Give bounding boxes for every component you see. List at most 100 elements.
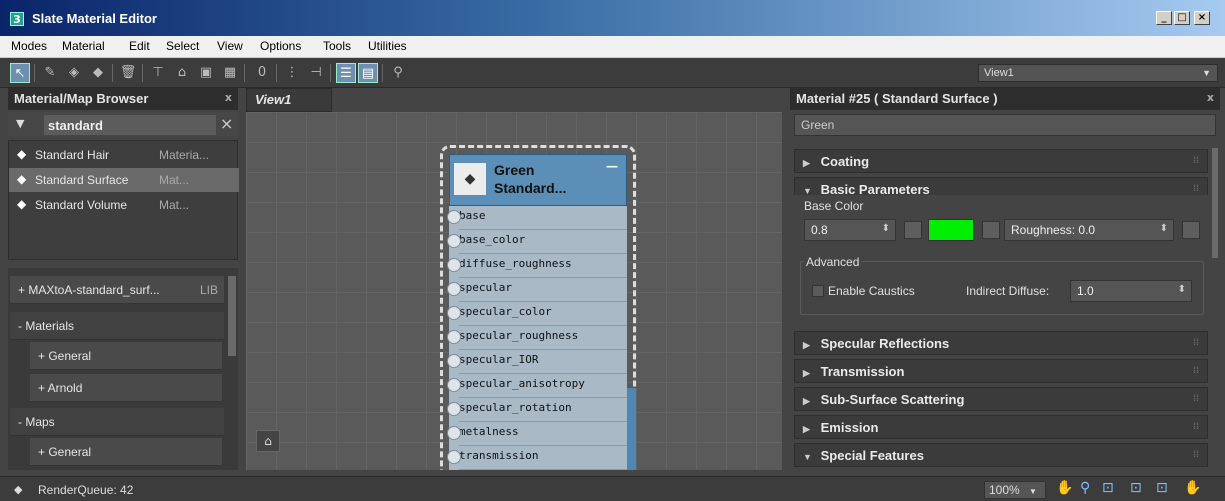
zoom-select[interactable]: 100% ▼ — [984, 481, 1046, 499]
slot-specular-roughness[interactable]: specular_roughness — [447, 326, 627, 350]
checker-icon[interactable]: ▦ — [220, 63, 240, 83]
base-weight-spinner[interactable]: 0.8 ⬍ — [804, 219, 896, 241]
group-materials[interactable]: - Materials — [10, 312, 224, 340]
search-input[interactable] — [44, 115, 216, 135]
slot-specular-color[interactable]: specular_color — [447, 302, 627, 326]
slot-diffuse-roughness[interactable]: diffuse_roughness — [447, 254, 627, 278]
indirect-diffuse-spinner[interactable]: 1.0 ⬍ — [1070, 280, 1192, 302]
menu-material[interactable]: Material — [62, 39, 105, 53]
node-view[interactable]: ◆ Green Standard... — base base_color di… — [246, 112, 782, 470]
menu-tools[interactable]: Tools — [323, 39, 351, 53]
pan-to-selected-icon[interactable]: ✋ — [1184, 480, 1201, 496]
menu-select[interactable]: Select — [166, 39, 199, 53]
spinner-arrows-icon[interactable]: ⬍ — [1160, 223, 1168, 234]
close-icon[interactable]: x — [1207, 91, 1214, 104]
scrollbar[interactable] — [228, 276, 236, 356]
scrollbar[interactable] — [1212, 148, 1218, 258]
base-color-swatch[interactable] — [928, 219, 974, 241]
input-port[interactable] — [447, 258, 461, 272]
input-port[interactable] — [447, 330, 461, 344]
menu-view[interactable]: View — [217, 39, 243, 53]
parameter-editor: Material #25 ( Standard Surface ) x Gree… — [790, 88, 1220, 470]
hide-unused-icon[interactable]: ⌂ — [172, 63, 192, 83]
input-port[interactable] — [447, 210, 461, 224]
material-map-browser-icon[interactable]: ☰ — [336, 63, 356, 83]
zoom-region-icon[interactable]: ⊡ — [1102, 480, 1114, 496]
node-output-bar[interactable] — [627, 388, 636, 470]
menu-edit[interactable]: Edit — [129, 39, 150, 53]
view-select[interactable]: View1 ▼ — [978, 64, 1218, 82]
material-node[interactable]: ◆ Green Standard... — base base_color di… — [440, 145, 636, 470]
navigator-icon[interactable]: ⌂ — [256, 430, 280, 452]
input-port[interactable] — [447, 402, 461, 416]
library-maxtoa[interactable]: + MAXtoA-standard_surf... LIB — [10, 276, 224, 304]
slot-specular[interactable]: specular — [447, 278, 627, 302]
clear-icon[interactable]: × — [220, 114, 233, 133]
rollout-specular-reflections[interactable]: ▶ Specular Reflections ⁞⁞ — [794, 331, 1208, 355]
pointer-icon[interactable]: ↖ — [10, 63, 30, 83]
maximize-button[interactable]: □ — [1174, 11, 1190, 25]
collapse-icon[interactable]: — — [606, 159, 618, 173]
eyedropper-icon[interactable]: ✎ — [40, 63, 60, 83]
base-weight-map-button[interactable] — [904, 221, 922, 239]
rollout-emission[interactable]: ▶ Emission ⁞⁞ — [794, 415, 1208, 439]
menu-utilities[interactable]: Utilities — [368, 39, 407, 53]
category-general[interactable]: + General — [30, 438, 222, 466]
slot-specular-rotation[interactable]: specular_rotation — [447, 398, 627, 422]
enable-caustics-checkbox[interactable] — [812, 285, 824, 297]
minimize-button[interactable]: _ — [1156, 11, 1172, 25]
input-port[interactable] — [447, 282, 461, 296]
chevron-down-icon[interactable]: ▼ — [16, 117, 24, 130]
result-standard-hair[interactable]: ◆ Standard Hair Materia... — [9, 143, 239, 167]
material-id-icon[interactable]: 0 — [252, 63, 272, 83]
input-port[interactable] — [447, 450, 461, 464]
menu-modes[interactable]: Modes — [11, 39, 47, 53]
lay-out-all-icon[interactable]: ⊣ — [306, 63, 326, 83]
show-map-icon[interactable]: ⋮ — [282, 63, 302, 83]
slot-base[interactable]: base — [447, 206, 627, 230]
group-label: - Materials — [18, 319, 75, 333]
zoom-extents-icon[interactable]: ⊡ — [1130, 480, 1142, 496]
rollout-coating[interactable]: ▶ Coating ⁞⁞ — [794, 149, 1208, 173]
delete-icon[interactable]: 🗑 — [118, 63, 138, 83]
close-icon[interactable]: x — [225, 91, 232, 104]
zoom-icon[interactable]: ⚲ — [1080, 480, 1090, 496]
input-port[interactable] — [447, 354, 461, 368]
input-port[interactable] — [447, 378, 461, 392]
slot-specular-ior[interactable]: specular_IOR — [447, 350, 627, 374]
rollout-sub-surface-scattering[interactable]: ▶ Sub-Surface Scattering ⁞⁞ — [794, 387, 1208, 411]
move-children-icon[interactable]: ⊤ — [148, 63, 168, 83]
category-arnold[interactable]: + Arnold — [30, 374, 222, 402]
tab-view1[interactable]: View1 — [246, 88, 332, 112]
slot-transmission[interactable]: transmission — [447, 446, 627, 470]
parameter-editor-icon[interactable]: ▤ — [358, 63, 378, 83]
group-maps[interactable]: - Maps — [10, 408, 224, 436]
base-color-map-button[interactable] — [982, 221, 1000, 239]
category-general[interactable]: + General — [30, 342, 222, 370]
menu-options[interactable]: Options — [260, 39, 301, 53]
params-title: Material #25 ( Standard Surface ) — [796, 91, 998, 106]
input-port[interactable] — [447, 234, 461, 248]
background-icon[interactable]: ▣ — [196, 63, 216, 83]
rollout-transmission[interactable]: ▶ Transmission ⁞⁞ — [794, 359, 1208, 383]
material-name-field[interactable]: Green — [794, 114, 1216, 136]
rollout-special-features[interactable]: ▼ Special Features ⁞⁞ — [794, 443, 1208, 467]
select-by-material-icon[interactable]: ⚲ — [388, 63, 408, 83]
close-button[interactable]: × — [1194, 11, 1210, 25]
pan-hand-icon[interactable]: ✋ — [1056, 480, 1073, 496]
put-to-scene-icon[interactable]: ◈ — [64, 63, 84, 83]
node-header[interactable]: ◆ Green Standard... — — [449, 154, 627, 206]
assign-to-selection-icon[interactable]: ◆ — [88, 63, 108, 83]
spinner-arrows-icon[interactable]: ⬍ — [882, 223, 890, 234]
spinner-arrows-icon[interactable]: ⬍ — [1178, 284, 1186, 295]
result-standard-volume[interactable]: ◆ Standard Volume Mat... — [9, 193, 239, 217]
slot-base-color[interactable]: base_color — [447, 230, 627, 254]
slot-specular-anisotropy[interactable]: specular_anisotropy — [447, 374, 627, 398]
roughness-map-button[interactable] — [1182, 221, 1200, 239]
input-port[interactable] — [447, 426, 461, 440]
input-port[interactable] — [447, 306, 461, 320]
result-standard-surface[interactable]: ◆ Standard Surface Mat... — [9, 168, 239, 192]
roughness-spinner[interactable]: Roughness: 0.0 ⬍ — [1004, 219, 1174, 241]
slot-metalness[interactable]: metalness — [447, 422, 627, 446]
zoom-extents-selected-icon[interactable]: ⊡ — [1156, 480, 1168, 496]
